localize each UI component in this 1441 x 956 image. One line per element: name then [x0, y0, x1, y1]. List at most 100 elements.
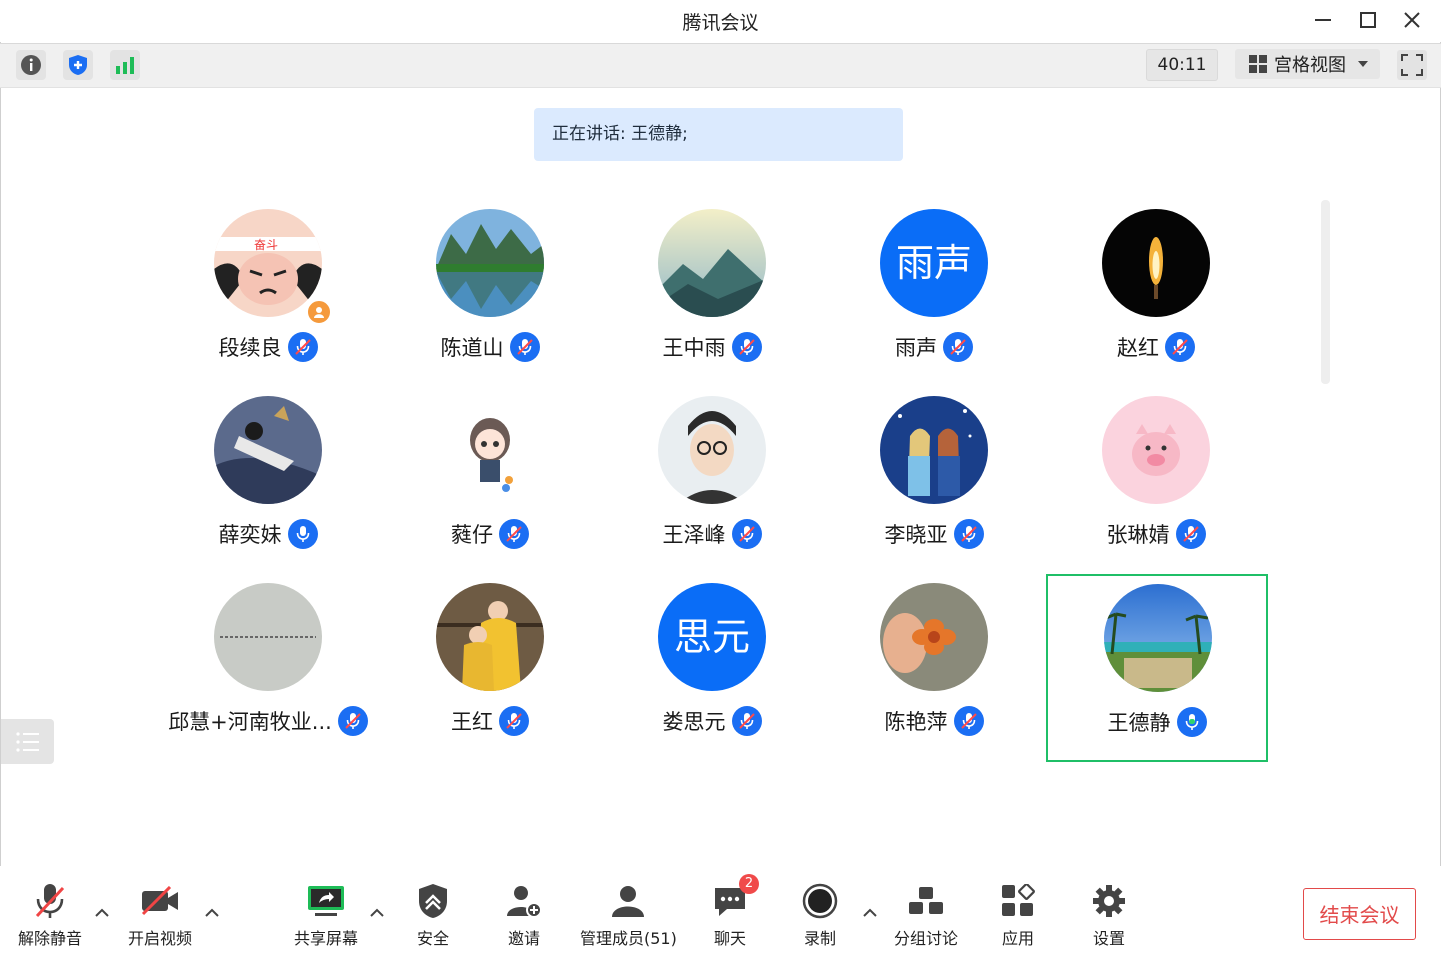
participant-name: 蕤仔: [451, 523, 493, 547]
avatar: [214, 396, 322, 504]
apps-label: 应用: [1001, 929, 1034, 948]
invite-button[interactable]: 邀请: [506, 880, 542, 949]
participant-tile[interactable]: 陈艳萍: [823, 561, 1045, 748]
meeting-timer: 40:11: [1146, 49, 1218, 81]
record-options-caret-icon[interactable]: [862, 906, 878, 918]
participant-tile[interactable]: 李晓亚: [823, 374, 1045, 561]
network-status-button[interactable]: [110, 50, 140, 80]
participant-tile[interactable]: 陈道山: [379, 187, 601, 374]
share-screen-icon: [308, 886, 344, 916]
chat-button[interactable]: 2 聊天: [713, 874, 759, 949]
participant-name: 李晓亚: [884, 523, 948, 547]
end-meeting-button[interactable]: 结束会议: [1303, 888, 1416, 940]
participant-tile[interactable]: 思元 娄思元: [601, 561, 823, 748]
mic-muted-icon: [953, 519, 984, 549]
participant-name: 王红: [451, 710, 493, 734]
participant-tile[interactable]: 张琳婧: [1045, 374, 1267, 561]
avatar: [436, 583, 544, 691]
fullscreen-button[interactable]: [1397, 50, 1427, 80]
meeting-info-button[interactable]: [16, 50, 46, 80]
participant-name: 陈道山: [440, 336, 504, 360]
avatar: 雨声: [880, 209, 988, 317]
record-label: 录制: [803, 929, 836, 948]
participant-name: 赵红: [1117, 336, 1159, 360]
settings-button[interactable]: 设置: [1091, 880, 1127, 949]
list-icon: [15, 731, 39, 752]
avatar: [880, 583, 988, 691]
mic-off-icon: [35, 884, 65, 918]
participant-name: 张琳婧: [1106, 523, 1170, 547]
host-badge-icon: [306, 299, 332, 325]
apps-button[interactable]: 应用: [1001, 880, 1035, 949]
avatar: [880, 396, 988, 504]
minimize-button[interactable]: [1305, 6, 1341, 34]
participant-name: 雨声: [895, 336, 937, 360]
view-mode-dropdown[interactable]: 宫格视图: [1235, 49, 1380, 79]
mic-muted-icon: [731, 519, 762, 549]
breakout-rooms-icon: [909, 887, 943, 914]
avatar: [436, 396, 544, 504]
camera-off-icon: [141, 886, 178, 916]
settings-label: 设置: [1092, 929, 1125, 948]
video-options-caret-icon[interactable]: [204, 906, 220, 918]
share-options-caret-icon[interactable]: [369, 906, 385, 918]
participant-tile[interactable]: 蕤仔: [379, 374, 601, 561]
manage-members-label: 管理成员(51): [580, 929, 677, 948]
avatar: [658, 209, 766, 317]
start-video-label: 开启视频: [128, 929, 193, 948]
member-list-toggle-button[interactable]: [1, 719, 54, 764]
security-button[interactable]: 安全: [417, 880, 449, 949]
svg-text:奋斗: 奋斗: [254, 238, 278, 252]
mic-muted-icon: [499, 519, 529, 549]
avatar: [1104, 584, 1212, 692]
participant-tile[interactable]: 邱慧+河南牧业...: [157, 561, 379, 748]
window-title: 腾讯会议: [682, 12, 759, 34]
gear-icon: [1093, 885, 1125, 917]
share-screen-button[interactable]: 共享屏幕: [294, 880, 358, 949]
apps-icon: [1002, 884, 1035, 916]
mic-muted-icon: [943, 332, 973, 362]
security-status-button[interactable]: [63, 50, 93, 80]
grid-scrollbar[interactable]: [1321, 200, 1330, 384]
participant-tile[interactable]: 薛奕妹: [157, 374, 379, 561]
audio-options-caret-icon[interactable]: [94, 906, 110, 918]
maximize-icon: [1360, 12, 1376, 28]
unmute-button[interactable]: 解除静音: [18, 880, 82, 949]
top-toolbar: 40:11 宫格视图: [0, 43, 1441, 88]
participant-name: 段续良: [218, 336, 282, 360]
breakout-rooms-label: 分组讨论: [894, 929, 959, 948]
participant-tile[interactable]: 雨声 雨声: [823, 187, 1045, 374]
invite-user-icon: [507, 886, 542, 918]
chat-unread-badge: 2: [739, 874, 759, 894]
participant-name: 薛奕妹: [218, 523, 282, 547]
participant-tile[interactable]: 奋斗 段续良: [157, 187, 379, 374]
participant-tile[interactable]: 王中雨: [601, 187, 823, 374]
avatar: [214, 583, 322, 691]
share-screen-label: 共享屏幕: [294, 929, 359, 948]
start-video-button[interactable]: 开启视频: [128, 880, 192, 949]
avatar: 奋斗: [214, 209, 322, 317]
title-bar: 腾讯会议: [0, 0, 1441, 42]
participant-name: 王德静: [1107, 711, 1171, 735]
signal-bars-icon: [116, 57, 134, 74]
participant-tile-active-speaker[interactable]: 王德静: [1046, 574, 1268, 762]
avatar-initials: 雨声: [880, 209, 988, 317]
avatar: [1102, 209, 1210, 317]
participant-name: 邱慧+河南牧业...: [168, 710, 332, 734]
members-icon: [612, 886, 645, 917]
breakout-rooms-button[interactable]: 分组讨论: [894, 880, 958, 949]
mic-speaking-icon: [1176, 707, 1207, 737]
mic-muted-icon: [1175, 519, 1206, 549]
close-button[interactable]: [1394, 6, 1430, 34]
avatar: [1102, 396, 1210, 504]
security-label: 安全: [417, 929, 450, 948]
caret-down-icon: [1358, 61, 1368, 67]
record-button[interactable]: 录制: [802, 880, 838, 949]
participant-tile[interactable]: 王红: [379, 561, 601, 748]
mic-muted-icon: [731, 706, 762, 736]
manage-members-button[interactable]: 管理成员(51): [580, 880, 677, 949]
participant-tile[interactable]: 王泽峰: [601, 374, 823, 561]
maximize-button[interactable]: [1350, 6, 1386, 34]
participant-tile[interactable]: 赵红: [1045, 187, 1267, 374]
mic-muted-icon: [499, 706, 529, 736]
